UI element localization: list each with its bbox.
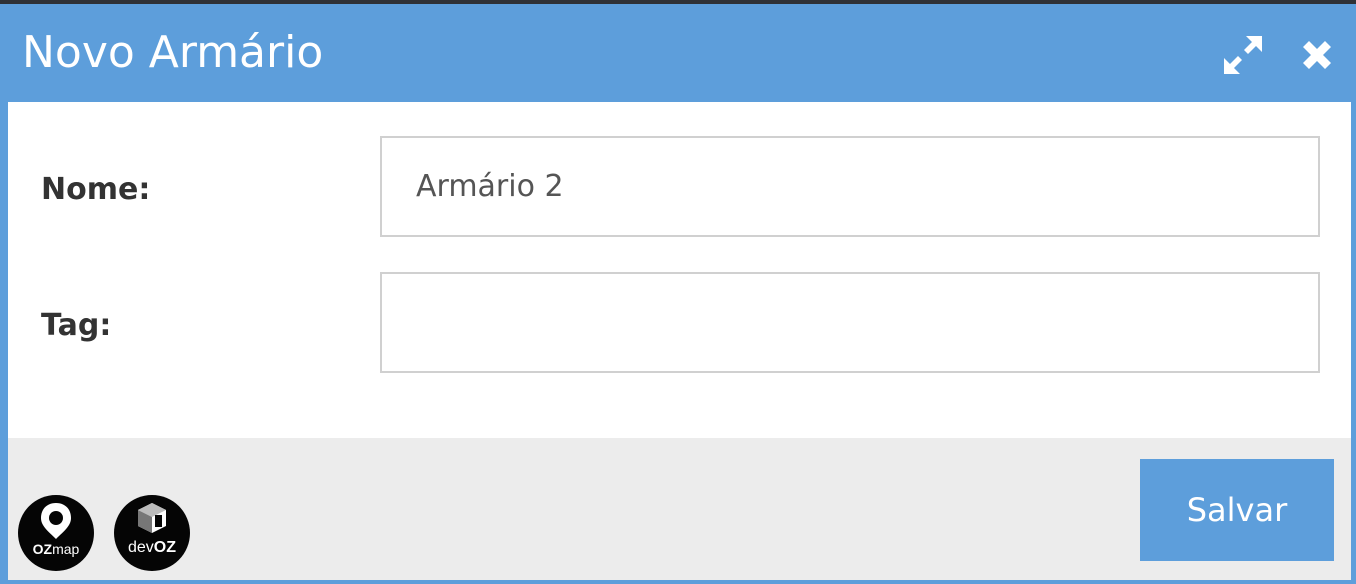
cube-icon: [138, 503, 166, 533]
devoz-logo: devOZ: [114, 495, 190, 571]
expand-button[interactable]: [1220, 32, 1266, 78]
nome-input[interactable]: [380, 136, 1320, 237]
expand-arrows-icon: [1224, 36, 1262, 74]
close-button[interactable]: [1294, 32, 1340, 78]
tag-input[interactable]: [380, 272, 1320, 373]
map-pin-icon: [41, 503, 71, 539]
save-button[interactable]: Salvar: [1140, 459, 1334, 561]
tag-label: Tag:: [41, 308, 112, 343]
dialog-titlebar[interactable]: Novo Armário: [0, 4, 1356, 101]
dialog-form: Nome: Tag:: [8, 102, 1351, 438]
devoz-logo-text: devOZ: [127, 539, 176, 556]
ozmap-logo-text: OZmap: [32, 541, 80, 557]
close-x-icon: [1303, 41, 1331, 69]
ozmap-logo: OZmap: [18, 495, 94, 571]
novo-armario-dialog: Novo Armário Nome: Tag: OZmap: [0, 4, 1356, 584]
dialog-footer: OZmap devOZ Salvar: [8, 438, 1351, 580]
nome-label: Nome:: [41, 172, 151, 207]
dialog-title: Novo Armário: [22, 27, 324, 78]
